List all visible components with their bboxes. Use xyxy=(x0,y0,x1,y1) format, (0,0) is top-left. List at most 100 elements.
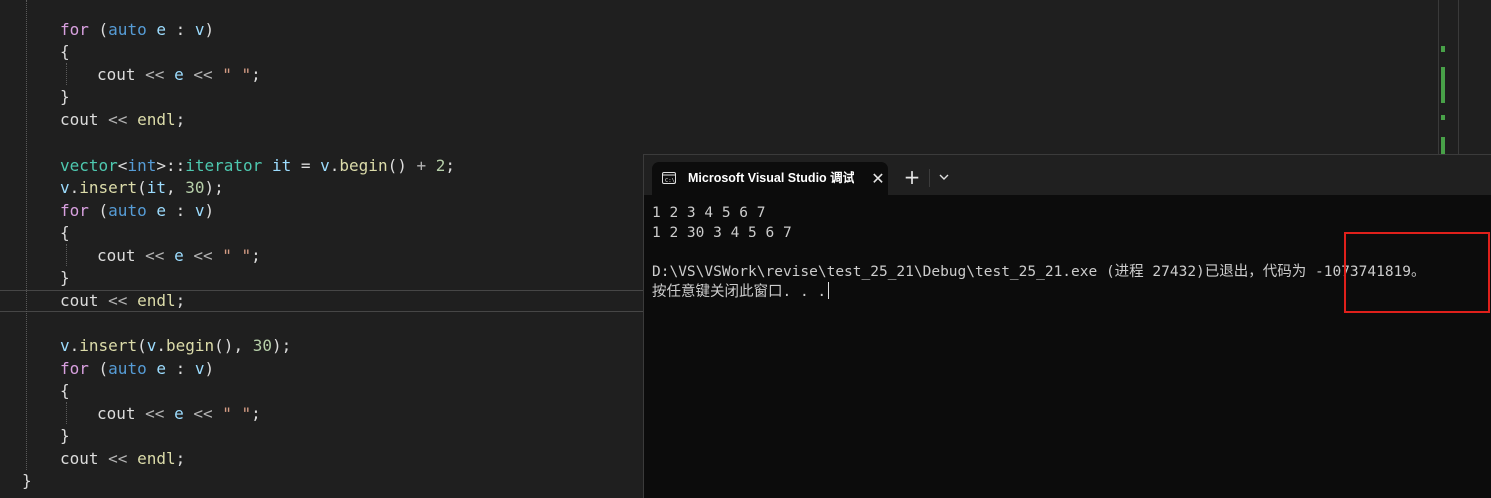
console-line: 1 2 3 4 5 6 7 xyxy=(652,205,766,221)
new-tab-button[interactable]: + xyxy=(902,167,922,187)
code-token: } xyxy=(22,471,32,490)
code-token: e xyxy=(156,20,166,39)
text-cursor xyxy=(828,282,830,299)
tab-title: Microsoft Visual Studio 调试控制台 xyxy=(688,171,854,185)
code-token: auto xyxy=(108,20,147,39)
code-token: ); xyxy=(271,336,292,355)
code-line: } xyxy=(22,470,32,492)
titlebar-divider xyxy=(929,169,930,187)
code-token: v xyxy=(194,20,205,39)
code-line: cout << endl; xyxy=(60,448,185,470)
code-token: ; xyxy=(251,65,261,84)
code-line: { xyxy=(60,222,70,244)
title-bar[interactable]: C:\ Microsoft Visual Studio 调试控制台 ✕ + xyxy=(644,155,1491,195)
code-token: e xyxy=(174,246,184,265)
code-token: ( xyxy=(137,178,147,197)
code-line: v.insert(it, 30); xyxy=(60,177,224,199)
code-line: for (auto e : v) xyxy=(60,200,214,222)
code-token: { xyxy=(60,223,70,242)
code-line: } xyxy=(60,267,70,289)
console-line: 1 2 30 3 4 5 6 7 xyxy=(652,224,792,241)
code-token: e xyxy=(174,65,184,84)
press-any-key-text: 按任意键关闭此窗口. . . xyxy=(652,284,827,300)
code-token: e xyxy=(156,201,166,220)
code-token: ; xyxy=(175,449,186,468)
code-token: << xyxy=(183,65,223,84)
debug-console-window[interactable]: C:\ Microsoft Visual Studio 调试控制台 ✕ + 1 … xyxy=(643,154,1491,498)
code-token: << xyxy=(135,65,175,84)
code-line: cout << endl; xyxy=(60,290,185,312)
code-token: ); xyxy=(204,178,224,197)
code-token: << xyxy=(135,404,175,423)
code-token: for xyxy=(60,359,89,378)
code-token: << xyxy=(98,291,138,310)
code-token: . xyxy=(329,156,340,175)
code-token: () xyxy=(387,156,417,175)
code-line: vector<int>::iterator it = v.begin() + 2… xyxy=(60,155,455,177)
code-token: ; xyxy=(445,156,456,175)
code-token: << xyxy=(98,110,138,129)
change-marker xyxy=(1441,67,1445,103)
console-output[interactable]: 1 2 3 4 5 6 7 1 2 30 3 4 5 6 7 D:\VS\VSW… xyxy=(652,204,1426,302)
code-token: insert xyxy=(79,178,138,197)
code-token: , xyxy=(165,178,186,197)
code-token: v xyxy=(194,201,205,220)
scroll-margin-divider xyxy=(1438,0,1439,160)
code-token: } xyxy=(60,268,70,287)
code-line: cout << e << " "; xyxy=(97,245,261,267)
code-token: << xyxy=(135,246,175,265)
code-line: { xyxy=(60,380,70,402)
code-token: . xyxy=(69,178,80,197)
close-tab-button[interactable]: ✕ xyxy=(868,169,888,189)
code-token: } xyxy=(60,87,70,106)
chevron-down-icon[interactable] xyxy=(934,167,954,187)
exit-code-highlight-box xyxy=(1344,232,1490,313)
code-token: ( xyxy=(137,336,147,355)
code-token: 30 xyxy=(252,336,272,355)
code-token: < xyxy=(117,156,128,175)
code-token: " " xyxy=(222,246,252,265)
indent-guide xyxy=(66,63,67,85)
console-tab[interactable]: C:\ Microsoft Visual Studio 调试控制台 ✕ xyxy=(652,162,888,195)
code-token: cout xyxy=(60,291,99,310)
code-token: (), xyxy=(214,336,253,355)
code-token: iterator xyxy=(185,156,263,175)
code-token: for xyxy=(60,201,89,220)
code-token: : xyxy=(165,201,195,220)
console-line-prompt: 按任意键关闭此窗口. . . xyxy=(652,282,1426,302)
indent-guide xyxy=(26,0,27,470)
code-token: begin xyxy=(339,156,388,175)
code-token: = xyxy=(291,156,321,175)
code-token: ( xyxy=(88,20,109,39)
indent-guide xyxy=(66,244,67,266)
code-line: } xyxy=(60,86,70,108)
code-token: ; xyxy=(175,291,186,310)
change-marker xyxy=(1441,137,1445,155)
code-token: << xyxy=(183,246,223,265)
indent-guide xyxy=(66,402,67,424)
code-token: cout xyxy=(97,65,136,84)
code-line: cout << e << " "; xyxy=(97,403,261,425)
code-token: it xyxy=(271,156,292,175)
code-token: vector xyxy=(60,156,118,175)
code-token: ) xyxy=(204,359,215,378)
code-token: } xyxy=(60,426,70,445)
code-token: cout xyxy=(60,110,99,129)
code-token: cout xyxy=(60,449,99,468)
code-token: ; xyxy=(251,404,261,423)
change-marker xyxy=(1441,46,1445,52)
code-token: v xyxy=(194,359,205,378)
code-token: auto xyxy=(108,359,147,378)
svg-text:C:\: C:\ xyxy=(665,178,675,184)
code-token: " " xyxy=(222,65,252,84)
code-token: . xyxy=(156,336,166,355)
code-token: cout xyxy=(97,246,136,265)
code-token: ( xyxy=(88,359,109,378)
code-token: ; xyxy=(251,246,261,265)
code-token: v xyxy=(60,178,70,197)
console-app-icon: C:\ xyxy=(662,172,676,184)
